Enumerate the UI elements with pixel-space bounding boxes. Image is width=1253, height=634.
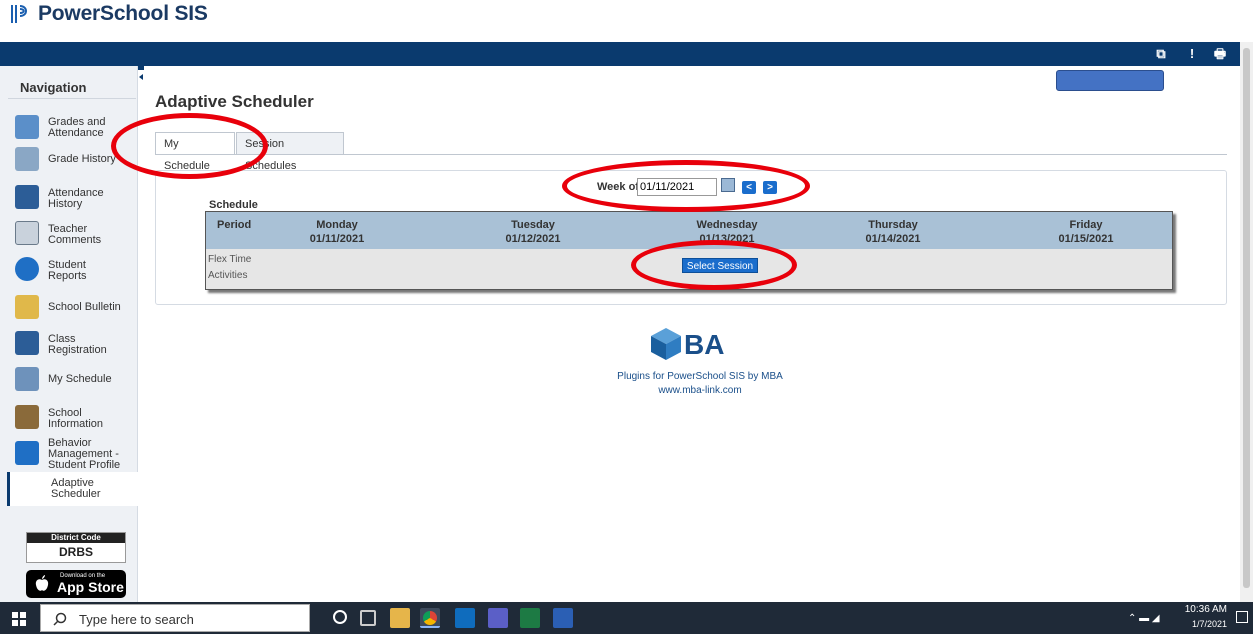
chrome-logo: [423, 611, 437, 625]
column-header-thursday: Thursday 01/14/2021: [838, 218, 948, 246]
column-day: Friday: [1069, 219, 1103, 231]
registration-icon: [15, 331, 39, 355]
sidebar-item-my-schedule[interactable]: My Schedule: [0, 366, 138, 392]
screen: PowerSchool SIS ⧉ ! 🖶 Navigation Grades …: [0, 0, 1253, 634]
column-day: Tuesday: [511, 219, 555, 231]
redacted-user-box: [1056, 70, 1164, 91]
external-link-icon[interactable]: ⧉: [1153, 46, 1169, 62]
sidebar-item-label: Grade History: [48, 153, 116, 165]
annotation-oval-tab: [111, 113, 268, 179]
grades-icon: [15, 115, 39, 139]
annotation-oval-week: [562, 160, 810, 212]
system-tray-icons[interactable]: ⌃ ▬ ◢: [1128, 613, 1160, 624]
mba-logo: BA: [648, 326, 738, 362]
task-view-icon[interactable]: [360, 610, 376, 626]
chrome-icon[interactable]: [420, 608, 440, 628]
grade-history-icon: [15, 147, 39, 171]
column-header-friday: Friday 01/15/2021: [1031, 218, 1141, 246]
district-code-badge: District Code DRBS: [26, 532, 126, 563]
apple-icon: [35, 575, 49, 591]
sidebar-item-label: Class Registration: [48, 333, 107, 356]
notification-icon[interactable]: [1236, 611, 1248, 623]
sidebar-item-school-bulletin[interactable]: School Bulletin: [0, 294, 138, 320]
cortana-icon[interactable]: [333, 610, 347, 624]
sidebar-item-student-reports[interactable]: Student Reports: [0, 254, 138, 284]
outlook-icon[interactable]: [455, 608, 475, 628]
word-icon[interactable]: [553, 608, 573, 628]
schedule-label: Schedule: [209, 199, 258, 211]
column-header-monday: Monday 01/11/2021: [282, 218, 392, 246]
schedule-icon: [15, 367, 39, 391]
search-placeholder: Type here to search: [79, 612, 194, 627]
nav-divider: [8, 98, 136, 99]
windows-taskbar: Type here to search ⌃ ▬ ◢ 10:36 AM 1/7/2…: [0, 602, 1253, 634]
column-date: 01/15/2021: [1058, 233, 1114, 245]
behavior-icon: [15, 441, 39, 465]
column-day: Thursday: [868, 219, 918, 231]
annotation-oval-select: [631, 240, 797, 290]
tabs-underline: [155, 154, 1227, 155]
mba-tagline[interactable]: Plugins for PowerSchool SIS by MBA: [560, 371, 840, 382]
app-title: PowerSchool SIS: [38, 2, 208, 25]
page-title: Adaptive Scheduler: [155, 92, 314, 111]
column-day: Monday: [316, 219, 358, 231]
scrollbar-thumb[interactable]: [1243, 48, 1250, 588]
excel-icon[interactable]: [520, 608, 540, 628]
sidebar-item-adaptive-scheduler[interactable]: Adaptive Scheduler: [7, 472, 138, 506]
mba-logo-text: BA: [684, 329, 725, 360]
column-date: 01/11/2021: [309, 233, 365, 245]
sidebar-item-label: Teacher Comments: [48, 223, 102, 246]
sidebar-item-school-information[interactable]: School Information: [0, 402, 138, 432]
sidebar-item-attendance-history[interactable]: Attendance History: [0, 182, 138, 212]
sidebar-item-behavior-management[interactable]: Behavior Management - Student Profile: [0, 436, 138, 471]
mba-cube-icon: [651, 328, 681, 360]
app-store-label: App Store: [57, 579, 124, 595]
column-header-tuesday: Tuesday 01/12/2021: [478, 218, 588, 246]
sidebar-item-label: Adaptive Scheduler: [51, 477, 101, 500]
sidebar-item-class-registration[interactable]: Class Registration: [0, 328, 138, 358]
brand-header: PowerSchool SIS: [0, 0, 1253, 42]
attendance-history-icon: [15, 185, 39, 209]
column-date: 01/14/2021: [865, 233, 921, 245]
period-subtitle: Activities: [208, 270, 248, 281]
comments-icon: [15, 221, 39, 245]
clock-time[interactable]: 10:36 AM: [1183, 604, 1227, 615]
sidebar-item-label: Student Reports: [48, 259, 87, 282]
sidebar-item-label: Attendance History: [48, 187, 104, 210]
alert-icon[interactable]: !: [1184, 46, 1200, 62]
page-scrollbar[interactable]: [1240, 42, 1253, 602]
column-date: 01/12/2021: [505, 233, 561, 245]
taskbar-search-box[interactable]: Type here to search: [40, 604, 310, 632]
app-store-badge[interactable]: Download on the App Store: [26, 570, 126, 598]
bulletin-icon: [15, 295, 39, 319]
sidebar-item-label: My Schedule: [48, 373, 112, 385]
teams-icon[interactable]: [488, 608, 508, 628]
sidebar-item-label: School Information: [48, 407, 104, 430]
period-name: Flex Time: [208, 254, 252, 265]
search-icon: [53, 612, 67, 626]
collapse-sidebar-icon[interactable]: [138, 62, 144, 82]
print-icon[interactable]: 🖶: [1212, 46, 1228, 62]
windows-start-icon[interactable]: [12, 612, 26, 626]
sidebar-item-label: School Bulletin: [48, 301, 121, 313]
district-code-value: DRBS: [58, 545, 93, 559]
powerschool-logo-icon: [11, 5, 27, 23]
navigation-heading: Navigation: [20, 80, 87, 95]
sidebar-item-label: Behavior Management - Student Profile: [48, 437, 121, 471]
district-code-heading: District Code: [27, 533, 125, 543]
top-nav-bar: ⧉ ! 🖶: [0, 42, 1240, 66]
reports-icon: [15, 257, 39, 281]
file-explorer-icon[interactable]: [390, 608, 410, 628]
mba-link[interactable]: www.mba-link.com: [560, 385, 840, 396]
sidebar-item-teacher-comments[interactable]: Teacher Comments: [0, 218, 138, 248]
sidebar-item-label: Grades and Attendance: [48, 116, 106, 139]
clock-date[interactable]: 1/7/2021: [1183, 619, 1227, 629]
school-icon: [15, 405, 39, 429]
column-day: Wednesday: [696, 219, 758, 231]
